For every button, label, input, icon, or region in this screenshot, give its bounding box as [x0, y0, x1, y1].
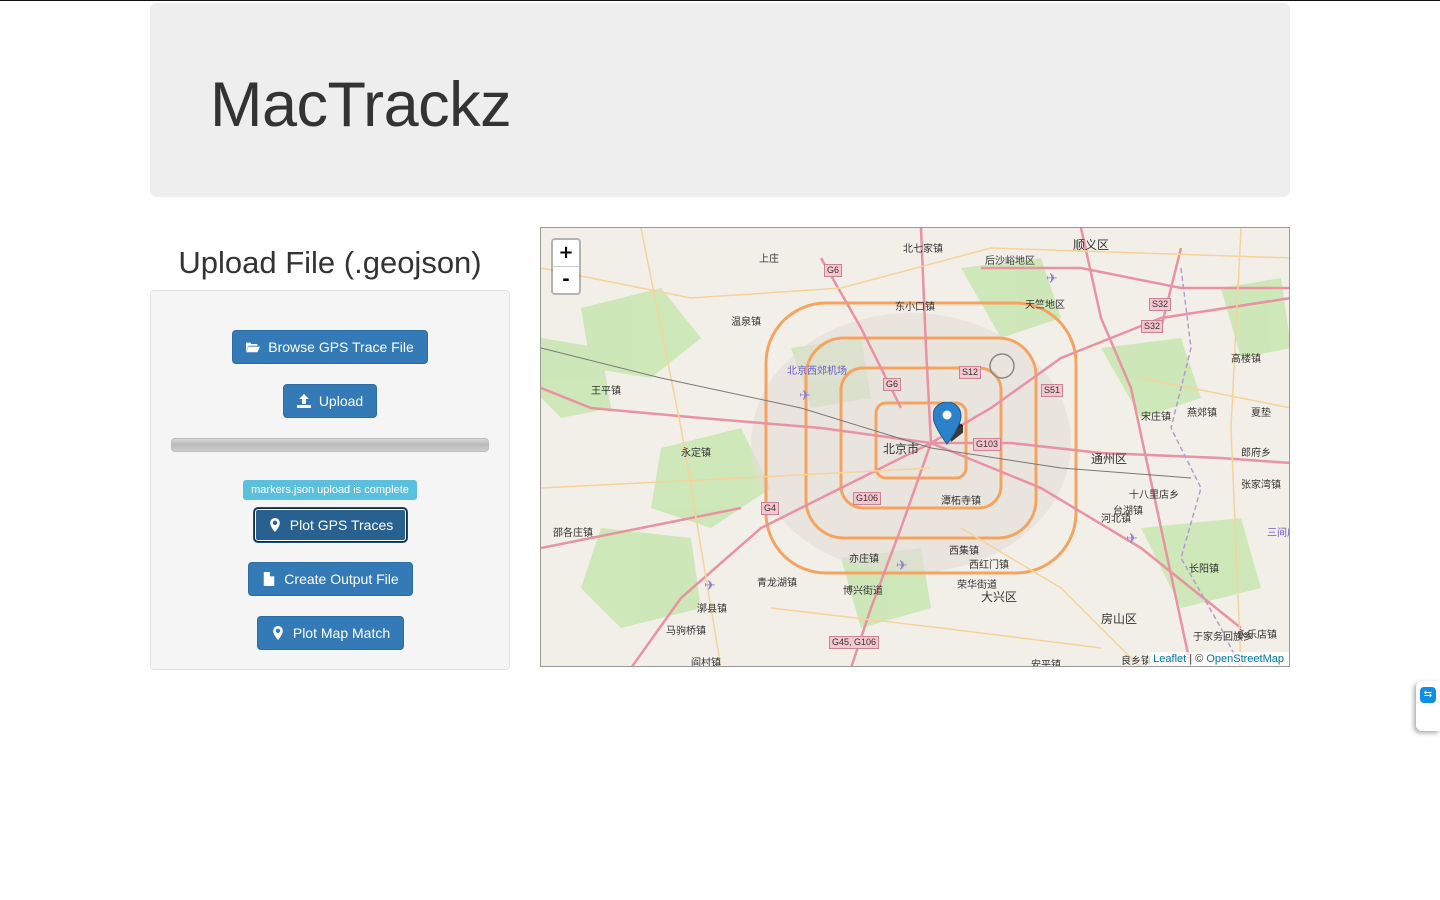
map-place-label: 马驹桥镇: [666, 626, 706, 637]
map-place-label: 天竺地区: [1025, 300, 1065, 311]
map-place-label: 北京西郊机场: [787, 366, 847, 377]
upload-progress-bar: [171, 438, 489, 452]
map-place-label: 通州区: [1091, 452, 1128, 466]
map-place-label: 邵各庄镇: [553, 528, 593, 539]
map-place-label: 永定镇: [681, 448, 711, 459]
upload-status-badge: markers.json upload is complete: [243, 480, 417, 500]
map-place-label: 张家湾镇: [1241, 480, 1281, 491]
map-place-label: 大兴区: [981, 590, 1018, 604]
upload-icon: [296, 394, 311, 408]
svg-text:✈: ✈: [799, 387, 811, 403]
upload-well: Browse GPS Trace File Upload markers.jso…: [150, 290, 510, 670]
file-icon: [264, 572, 275, 586]
map-place-label: 亦庄镇: [849, 554, 879, 565]
map-place-label: 青龙湖镇: [757, 578, 797, 589]
attribution-separator: | ©: [1186, 653, 1207, 665]
map-place-label: 郎府乡: [1241, 448, 1271, 459]
map-place-label: 漷县镇: [697, 604, 727, 615]
map-place-label: 良乡镇: [1121, 656, 1151, 667]
map-place-label: 顺义区: [1073, 238, 1110, 252]
map-container[interactable]: ✈ ✈ ✈ ✈ ✈ 北七家镇 顺义区上庄 后沙峪地区东小口镇 天竺地区温泉镇北京西郊机…: [540, 227, 1290, 667]
map-place-label: 后沙峪地区: [985, 256, 1035, 267]
map-place-label: 台湖镇: [1113, 506, 1143, 517]
map-place-label: 阎村镇: [691, 658, 721, 667]
folder-open-icon: [246, 342, 261, 353]
zoom-in-button[interactable]: +: [553, 240, 579, 267]
map-place-label: 永乐店镇: [1237, 630, 1277, 641]
map-place-label: 北京市: [883, 442, 920, 456]
map-place-label: 夏垫: [1251, 408, 1271, 419]
zoom-out-button[interactable]: -: [553, 267, 579, 293]
browse-gps-file-button[interactable]: Browse GPS Trace File: [232, 330, 428, 364]
teamviewer-icon: ⇆: [1420, 687, 1436, 703]
upload-panel: Upload File (.geojson) Browse GPS Trace …: [150, 237, 510, 670]
road-shield: S32: [1141, 320, 1164, 333]
svg-text:✈: ✈: [704, 577, 716, 593]
road-shield: G4: [761, 502, 780, 515]
map-place-label: 上庄: [759, 254, 779, 265]
svg-text:✈: ✈: [896, 557, 908, 573]
map-place-label: 东小口镇: [895, 302, 935, 313]
plot-traces-label: Plot GPS Traces: [289, 517, 394, 533]
plot-match-label: Plot Map Match: [292, 625, 391, 641]
map-place-label: 博兴街道: [843, 586, 883, 597]
map-place-label: 西集镇: [949, 546, 979, 557]
upload-button-label: Upload: [318, 393, 364, 409]
map-place-label: 北七家镇: [903, 244, 943, 255]
svg-text:✈: ✈: [1126, 530, 1138, 546]
map-marker-icon[interactable]: [933, 402, 963, 446]
create-output-file-button[interactable]: Create Output File: [248, 562, 413, 596]
upload-button[interactable]: Upload: [283, 384, 377, 418]
map-attribution: Leaflet | © OpenStreetMap: [1148, 652, 1289, 666]
map-place-label: 长阳镇: [1189, 564, 1219, 575]
plot-gps-traces-button[interactable]: Plot GPS Traces: [254, 508, 407, 542]
map-place-label: 三间房机场: [1267, 528, 1289, 539]
plot-map-match-button[interactable]: Plot Map Match: [257, 616, 404, 650]
map-marker-icon: [273, 626, 283, 640]
road-shield: G103: [973, 438, 1002, 451]
header-jumbotron: MacTrackz: [150, 3, 1290, 197]
app-title: MacTrackz: [210, 70, 512, 140]
upload-heading: Upload File (.geojson): [178, 245, 482, 280]
svg-text:✈: ✈: [1046, 270, 1058, 286]
road-shield: S12: [959, 366, 982, 379]
road-shield: G6: [824, 264, 843, 277]
map-place-label: 西红门镇: [969, 560, 1009, 571]
road-shield: G45, G106: [829, 636, 880, 649]
map-place-label: 温泉镇: [731, 317, 761, 328]
map-place-label: 安平镇: [1031, 660, 1061, 667]
browse-button-label: Browse GPS Trace File: [268, 339, 414, 355]
osm-link[interactable]: OpenStreetMap: [1206, 653, 1284, 665]
zoom-control: + -: [551, 238, 581, 295]
map-place-label: 高楼镇: [1231, 354, 1261, 365]
map-marker-icon: [269, 518, 280, 532]
road-shield: S32: [1149, 298, 1172, 311]
map-place-label: 房山区: [1101, 612, 1138, 626]
road-shield: G6: [883, 378, 902, 391]
map-place-label: 燕郊镇: [1187, 408, 1217, 419]
create-output-label: Create Output File: [284, 571, 399, 587]
road-shield: S51: [1041, 384, 1064, 397]
road-shield: G106: [853, 492, 882, 505]
map-place-label: 王平镇: [591, 386, 621, 397]
leaflet-link[interactable]: Leaflet: [1153, 653, 1186, 665]
map-place-label: 宋庄镇: [1141, 412, 1171, 423]
map-place-label: 潭柘寺镇: [941, 496, 981, 507]
teamviewer-tab[interactable]: ⇆: [1416, 681, 1440, 731]
map-place-label: 十八里店乡: [1129, 490, 1179, 501]
